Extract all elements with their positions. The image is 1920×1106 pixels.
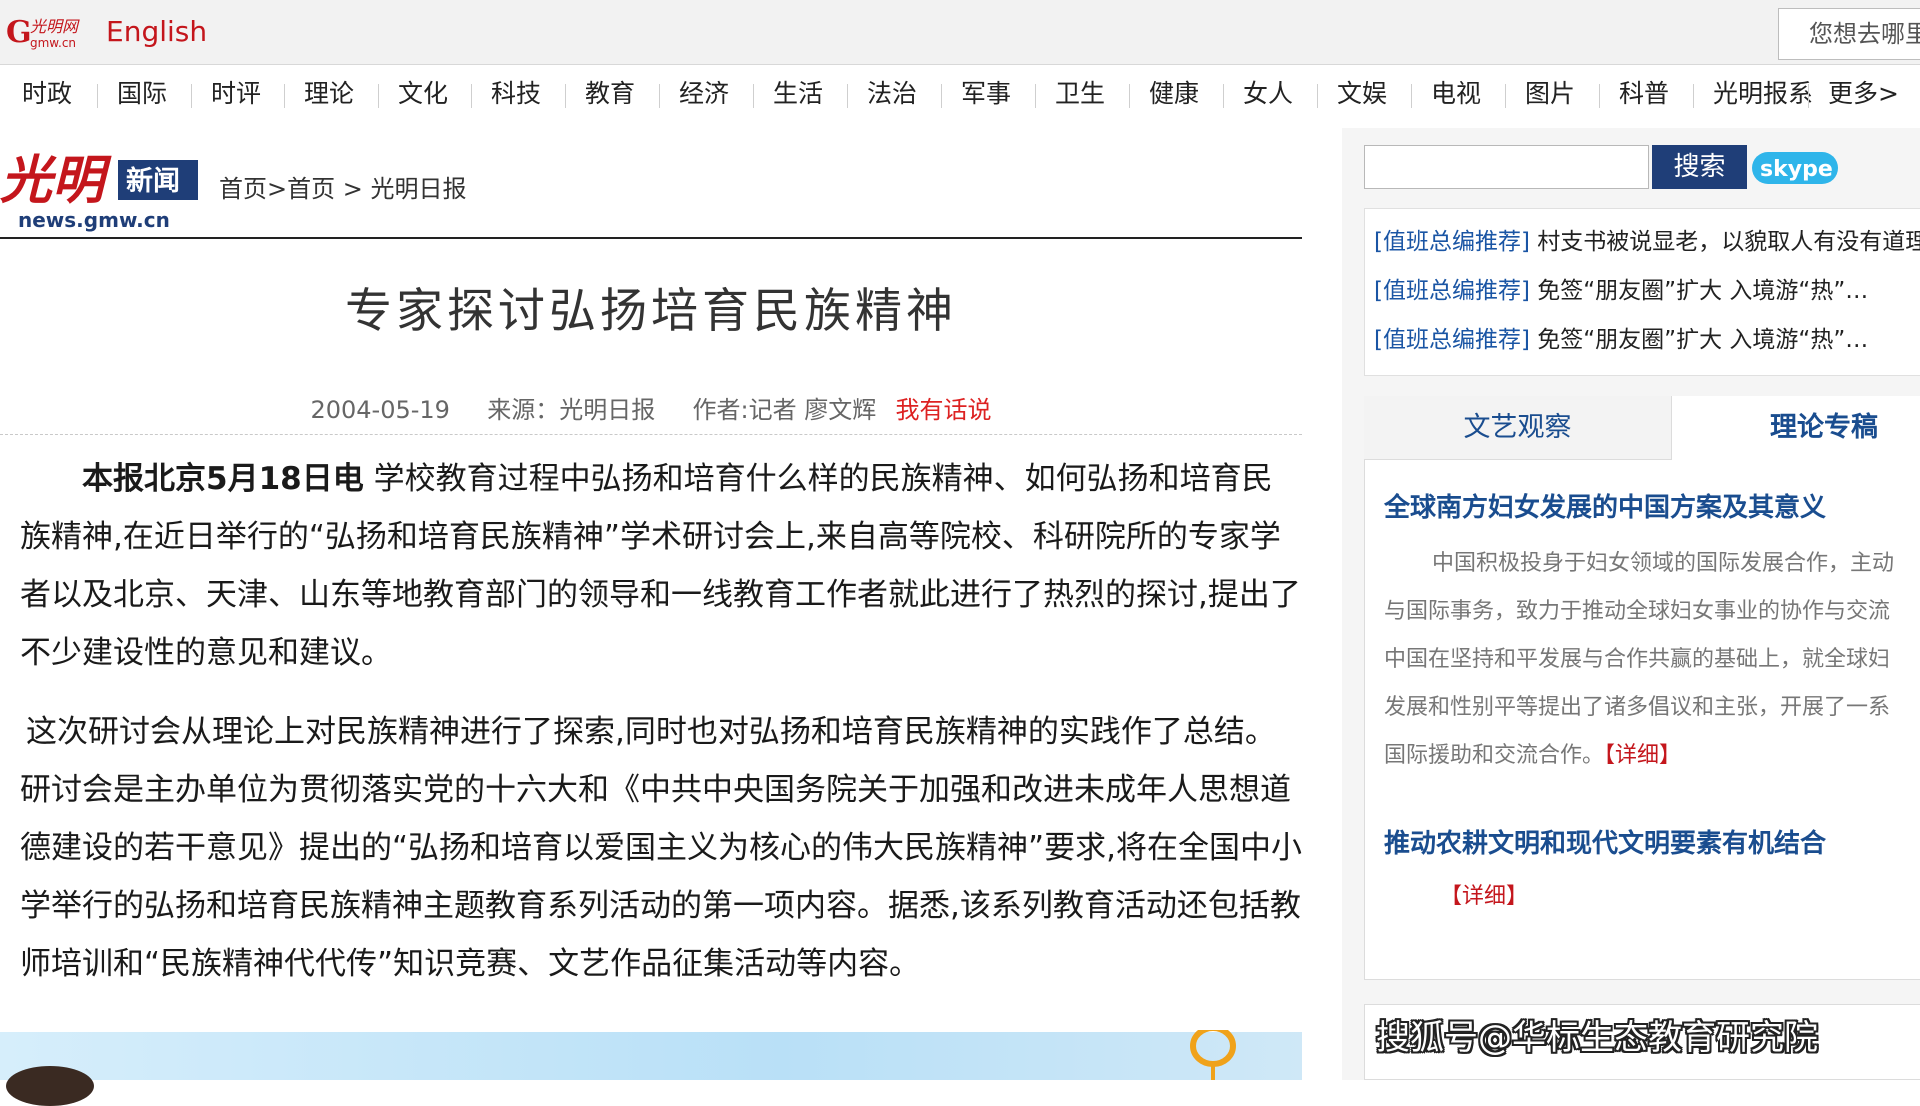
detail-link-2[interactable]: 【详细】 [1440, 880, 1528, 914]
summary-line-last: 国际援助和交流合作。【详细】 [1384, 732, 1920, 780]
summary-line-text: 国际援助和交流合作。 [1384, 743, 1605, 768]
nav-separator [1693, 84, 1694, 108]
destination-search-input[interactable]: 您想去哪里 [1778, 8, 1920, 60]
search-button[interactable]: 搜索 [1652, 145, 1747, 189]
top-bar: G 光明网 gmw.cn English 您想去哪里 [0, 0, 1920, 65]
article-title: 专家探讨弘扬培育民族精神 [345, 284, 957, 339]
site-search-input[interactable] [1364, 145, 1649, 189]
summary-line: 发展和性别平等提出了诸多倡议和主张，开展了一系 [1384, 695, 1891, 720]
nav-separator [1223, 84, 1224, 108]
feature-article-title-1[interactable]: 全球南方妇女发展的中国方案及其意义 [1384, 490, 1826, 526]
tab-theory-feature[interactable]: 理论专稿 [1672, 396, 1920, 460]
nav-separator [1599, 84, 1600, 108]
feature-article-summary-1: 中国积极投身于妇女领域的国际发展合作，主动 与国际事务，致力于推动全球妇女事业的… [1384, 540, 1920, 780]
nav-item[interactable]: 科普 [1619, 78, 1669, 110]
nav-item[interactable]: 女人 [1243, 78, 1293, 110]
nav-separator [1808, 84, 1809, 108]
banner-figure [6, 1066, 94, 1106]
comment-link[interactable]: 我有话说 [896, 396, 992, 424]
recommend-headline[interactable]: 免签“朋友圈”扩大 入境游“热”… [1537, 327, 1868, 353]
nav-item[interactable]: 时评 [211, 78, 261, 110]
svg-text:新闻: 新闻 [126, 165, 180, 197]
svg-text:光明: 光明 [0, 150, 112, 211]
feature-article-title-2[interactable]: 推动农耕文明和现代文明要素有机结合 [1384, 826, 1826, 862]
svg-text:光明网: 光明网 [30, 17, 80, 36]
nav-item[interactable]: 更多> [1828, 78, 1899, 110]
nav-item[interactable]: 卫生 [1055, 78, 1105, 110]
nav-separator [1035, 84, 1036, 108]
svg-text:G: G [6, 15, 32, 50]
nav-item[interactable]: 图片 [1525, 78, 1575, 110]
recommend-tag[interactable]: [值班总编推荐] [1374, 278, 1530, 304]
nav-item[interactable]: 生活 [773, 78, 823, 110]
nav-item[interactable]: 国际 [117, 78, 167, 110]
nav-item[interactable]: 经济 [679, 78, 729, 110]
header-divider [0, 237, 1302, 239]
nav-item[interactable]: 科技 [491, 78, 541, 110]
detail-link-1[interactable]: 【详细】 [1604, 743, 1681, 768]
nav-item[interactable]: 教育 [585, 78, 635, 110]
news-gmw-logo[interactable]: 光明 新闻 news.gmw.cn [0, 134, 204, 234]
summary-line: 与国际事务，致力于推动全球妇女事业的协作与交流 [1384, 599, 1891, 624]
recommend-item[interactable]: [值班总编推荐] 免签“朋友圈”扩大 入境游“热”… [1374, 275, 1920, 307]
svg-text:skype: skype [1760, 157, 1833, 182]
nav-item[interactable]: 理论 [304, 78, 354, 110]
nav-item[interactable]: 电视 [1431, 78, 1481, 110]
nav-separator [753, 84, 754, 108]
recommend-headline[interactable]: 村支书被说显老，以貌取人有没有道理 [1537, 229, 1920, 255]
article-date: 2004-05-19 [310, 396, 450, 424]
article-author: 作者:记者 廖文辉 [692, 396, 877, 424]
skype-icon[interactable]: skype [1752, 150, 1840, 186]
nav-item[interactable]: 时政 [22, 78, 72, 110]
recommend-headline[interactable]: 免签“朋友圈”扩大 入境游“热”… [1537, 278, 1868, 304]
nav-separator [1505, 84, 1506, 108]
balloon-icon [1190, 1030, 1236, 1080]
nav-separator [471, 84, 472, 108]
promo-banner[interactable] [0, 1032, 1302, 1080]
nav-item[interactable]: 光明报系 [1713, 78, 1813, 110]
nav-separator [191, 84, 192, 108]
nav-item[interactable]: 文化 [398, 78, 448, 110]
article-meta: 2004-05-19 来源：光明日报 作者:记者 廖文辉 我有话说 [0, 393, 1302, 427]
summary-line: 中国积极投身于妇女领域的国际发展合作，主动 [1432, 551, 1895, 576]
nav-separator [1317, 84, 1318, 108]
nav-separator [659, 84, 660, 108]
nav-separator [97, 84, 98, 108]
recommend-tag[interactable]: [值班总编推荐] [1374, 327, 1530, 353]
article-paragraph-2: 这次研讨会从理论上对民族精神进行了探索,同时也对弘扬和培育民族精神的实践作了总结… [20, 714, 1302, 982]
recommend-tag[interactable]: [值班总编推荐] [1374, 229, 1530, 255]
english-link[interactable]: English [106, 14, 207, 50]
nav-separator [941, 84, 942, 108]
nav-item[interactable]: 军事 [961, 78, 1011, 110]
breadcrumb[interactable]: 首页>首页 > 光明日报 [219, 172, 466, 206]
nav-separator [847, 84, 848, 108]
article-source: 来源：光明日报 [487, 396, 656, 424]
nav-item[interactable]: 文娱 [1337, 78, 1387, 110]
nav-item[interactable]: 健康 [1149, 78, 1199, 110]
sohu-watermark: 搜狐号@华标生态教育研究院 [1376, 1018, 1818, 1058]
svg-text:gmw.cn: gmw.cn [30, 36, 76, 50]
nav-separator [565, 84, 566, 108]
meta-divider [0, 434, 1302, 435]
summary-line: 中国在坚持和平发展与合作共赢的基础上，就全球妇 [1384, 647, 1891, 672]
nav-separator [1411, 84, 1412, 108]
nav-separator [284, 84, 285, 108]
recommend-item[interactable]: [值班总编推荐] 免签“朋友圈”扩大 入境游“热”… [1374, 324, 1920, 356]
gmw-logo[interactable]: G 光明网 gmw.cn [6, 14, 90, 50]
svg-text:news.gmw.cn: news.gmw.cn [18, 208, 170, 232]
nav-item[interactable]: 法治 [867, 78, 917, 110]
article-paragraph-1: 本报北京5月18日电 学校教育过程中弘扬和培育什么样的民族精神、如何弘扬和培育民… [20, 450, 1302, 682]
nav-separator [378, 84, 379, 108]
tab-art-observe[interactable]: 文艺观察 [1364, 396, 1672, 460]
article-dateline: 本报北京5月18日电 [82, 461, 364, 497]
main-nav: 时政 国际 时评 理论 文化 科技 教育 经济 生活 法治 军事 卫生 健康 女人 文娱 电视 图片 科普 光明报系… [0, 66, 1920, 124]
recommend-item[interactable]: [值班总编推荐] 村支书被说显老，以貌取人有没有道理 [1374, 226, 1920, 258]
nav-separator [1129, 84, 1130, 108]
